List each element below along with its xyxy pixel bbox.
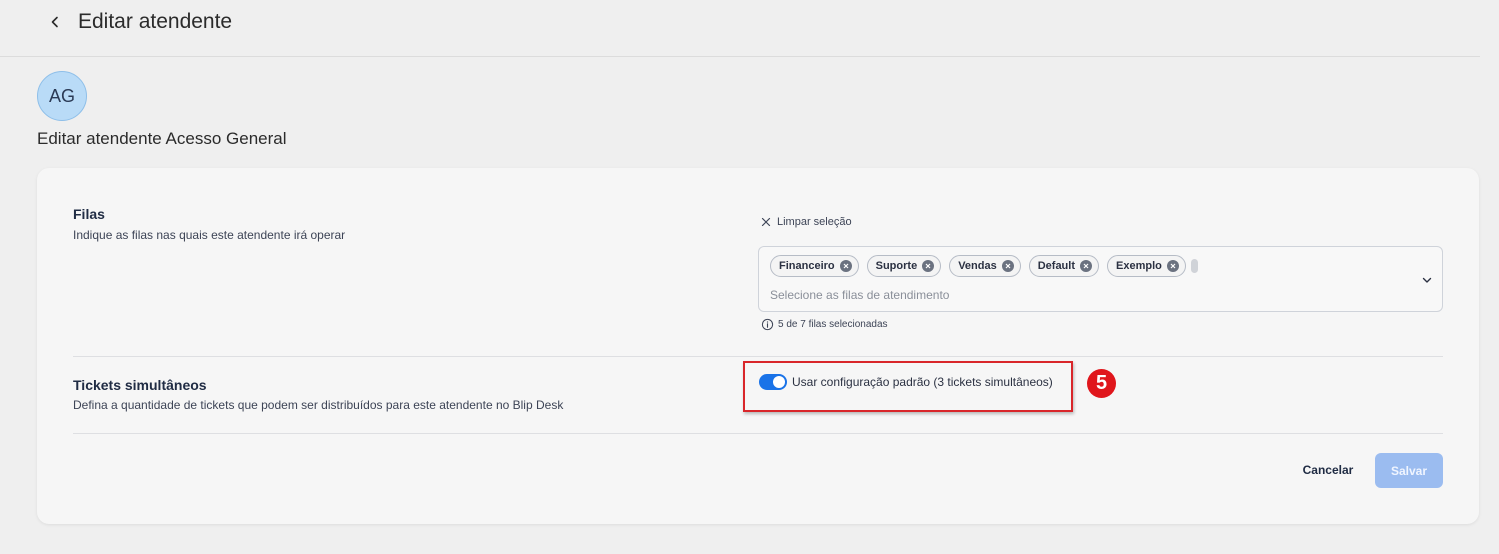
chip-vendas[interactable]: Vendas <box>949 255 1021 277</box>
chip-financeiro[interactable]: Financeiro <box>770 255 859 277</box>
close-icon <box>759 215 773 229</box>
chevron-left-icon <box>51 16 58 28</box>
tickets-title: Tickets simultâneos <box>73 377 207 393</box>
chevron-down-icon[interactable] <box>1420 273 1434 287</box>
remove-icon[interactable] <box>839 260 852 272</box>
annotation-highlight-box <box>743 361 1073 412</box>
filas-title: Filas <box>73 206 105 222</box>
chip-label: Exemplo <box>1116 260 1162 272</box>
cancel-button[interactable]: Cancelar <box>1296 454 1360 486</box>
page-subtitle: Editar atendente Acesso General <box>37 129 287 148</box>
remove-icon[interactable] <box>922 260 935 272</box>
chip-label: Suporte <box>875 260 918 272</box>
chip-exemplo[interactable]: Exemplo <box>1107 255 1186 277</box>
edit-form-card: Filas Indique as filas nas quais este at… <box>37 168 1479 524</box>
avatar: AG <box>37 71 87 121</box>
remove-icon[interactable] <box>1166 260 1179 272</box>
clear-selection-label: Limpar seleção <box>777 216 852 228</box>
remove-icon[interactable] <box>1080 260 1092 272</box>
filas-description: Indique as filas nas quais este atendent… <box>73 228 346 242</box>
chip-label: Vendas <box>958 260 997 272</box>
chip-label: Financeiro <box>779 260 835 272</box>
filas-placeholder: Selecione as filas de atendimento <box>770 288 950 302</box>
chip-label: Default <box>1037 260 1075 272</box>
page-header: Editar atendente <box>0 0 1480 57</box>
selected-chips: Financeiro Suporte Vendas Default Exempl… <box>770 255 1198 277</box>
footer-divider <box>73 433 1443 434</box>
section-divider <box>73 356 1443 357</box>
info-icon <box>761 318 774 331</box>
chips-scrollbar[interactable] <box>1190 259 1198 273</box>
filas-helper: 5 de 7 filas selecionadas <box>761 318 888 331</box>
save-button[interactable]: Salvar <box>1375 453 1443 488</box>
clear-selection-button[interactable]: Limpar seleção <box>759 215 852 229</box>
filas-count-text: 5 de 7 filas selecionadas <box>778 319 888 330</box>
tickets-description: Defina a quantidade de tickets que podem… <box>73 398 564 412</box>
step-badge: 5 <box>1087 369 1116 398</box>
remove-icon[interactable] <box>1001 260 1014 272</box>
back-button[interactable] <box>44 11 66 33</box>
chip-suporte[interactable]: Suporte <box>866 255 942 277</box>
chip-default[interactable]: Default <box>1028 255 1099 277</box>
filas-multiselect[interactable]: Financeiro Suporte Vendas Default Exempl… <box>758 246 1443 312</box>
page-title: Editar atendente <box>78 10 233 33</box>
